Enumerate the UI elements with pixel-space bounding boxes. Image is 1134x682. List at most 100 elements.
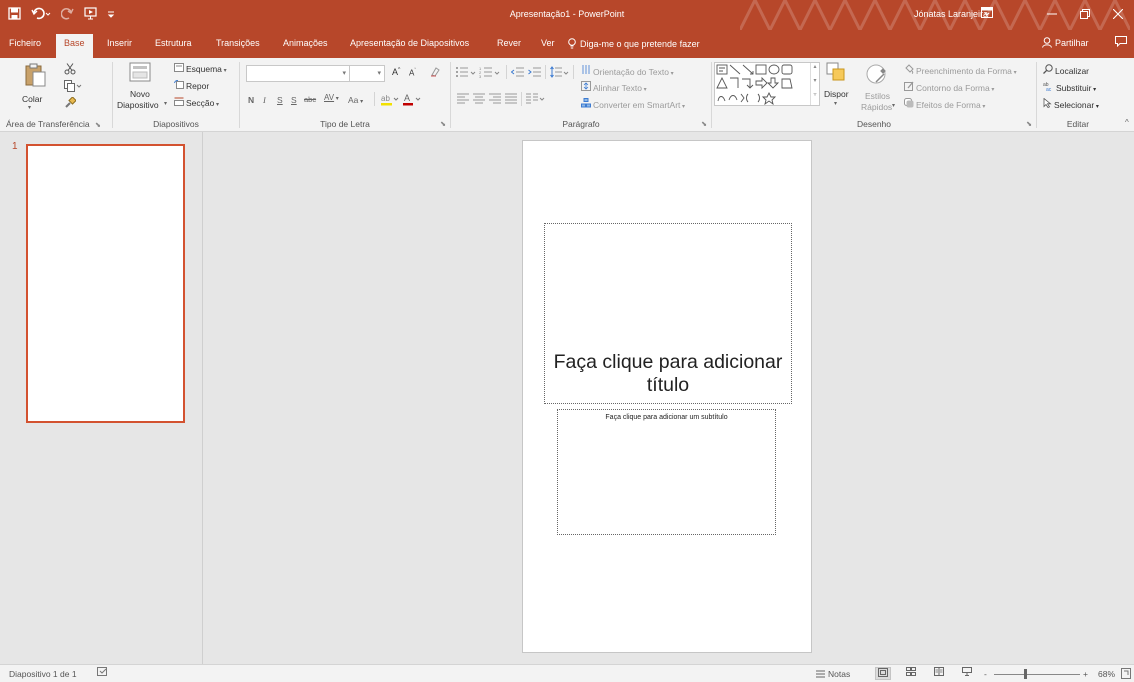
paint-bucket-icon bbox=[904, 64, 914, 76]
minimize-icon[interactable] bbox=[1035, 0, 1068, 30]
line-spacing-icon[interactable] bbox=[550, 66, 570, 80]
gallery-up-icon[interactable]: ▴ bbox=[811, 63, 819, 77]
tab-animations[interactable]: Animações bbox=[283, 38, 328, 48]
section-button[interactable]: Secção ▾ bbox=[174, 97, 219, 108]
zoom-slider-track[interactable] bbox=[994, 674, 1080, 675]
collapse-ribbon-icon[interactable]: ^ bbox=[1125, 118, 1129, 127]
reset-button[interactable]: Repor bbox=[174, 79, 209, 91]
justify-icon[interactable] bbox=[505, 93, 517, 106]
user-name[interactable]: Jónatas Laranjeira bbox=[914, 9, 988, 19]
tab-view[interactable]: Ver bbox=[541, 38, 555, 48]
share-label: Partilhar bbox=[1055, 37, 1089, 48]
decrease-indent-icon[interactable] bbox=[510, 66, 524, 80]
zoom-slider-thumb[interactable] bbox=[1024, 669, 1027, 679]
numbering-icon[interactable]: 123 bbox=[479, 66, 501, 80]
subtitle-placeholder-text: Faça clique para adicionar um subtítulo bbox=[605, 414, 728, 421]
tab-slideshow[interactable]: Apresentação de Diapositivos bbox=[350, 38, 469, 48]
tab-review[interactable]: Rever bbox=[497, 38, 521, 48]
dialog-launcher-icon[interactable]: ⬊ bbox=[1026, 120, 1032, 128]
columns-icon[interactable] bbox=[526, 93, 546, 106]
chevron-down-icon: ▾ bbox=[164, 101, 168, 107]
arrange-button[interactable]: Dispor ▾ bbox=[824, 62, 850, 112]
gallery-more-icon[interactable]: ▿ bbox=[811, 91, 819, 105]
bold-button[interactable]: N bbox=[248, 95, 254, 105]
shape-effects-button[interactable]: Efeitos de Forma ▾ bbox=[904, 98, 985, 110]
text-direction-button[interactable]: Orientação do Texto ▾ bbox=[581, 64, 674, 77]
tab-file[interactable]: Ficheiro bbox=[9, 38, 41, 48]
tab-design[interactable]: Estrutura bbox=[155, 38, 192, 48]
ribbon-display-options-icon[interactable] bbox=[981, 7, 993, 21]
shape-outline-button[interactable]: Contorno da Forma ▾ bbox=[904, 81, 994, 93]
subtitle-placeholder[interactable]: Faça clique para adicionar um subtítulo bbox=[557, 409, 776, 535]
highlight-color-icon[interactable]: ab bbox=[381, 92, 399, 108]
share-button[interactable]: Partilhar bbox=[1042, 37, 1089, 50]
shape-fill-button[interactable]: Preenchimento da Forma ▾ bbox=[904, 64, 1017, 76]
tab-home[interactable]: Base bbox=[56, 34, 93, 58]
align-left-icon[interactable] bbox=[457, 93, 469, 106]
increase-indent-icon[interactable] bbox=[528, 66, 541, 80]
search-icon bbox=[1043, 64, 1053, 76]
select-button[interactable]: Selecionar ▾ bbox=[1043, 97, 1099, 110]
quick-styles-button[interactable]: Estilos Rápidos ▾ bbox=[854, 62, 895, 112]
strikethrough-button[interactable]: abc bbox=[304, 95, 316, 104]
shapes-gallery[interactable]: ▴ ▾ ▿ bbox=[714, 62, 820, 106]
align-right-icon[interactable] bbox=[489, 93, 501, 106]
tell-me-search[interactable]: Diga-me o que pretende fazer bbox=[568, 38, 700, 51]
bullets-icon[interactable] bbox=[455, 66, 477, 80]
paste-button[interactable]: Colar ▾ bbox=[22, 63, 48, 111]
change-case-button[interactable]: Aa ▾ bbox=[348, 95, 363, 105]
zoom-out-button[interactable]: - bbox=[984, 669, 987, 679]
close-icon[interactable] bbox=[1101, 0, 1134, 30]
section-label: Secção bbox=[186, 98, 215, 108]
shrink-font-button[interactable]: Aˇ bbox=[409, 68, 416, 78]
layout-button[interactable]: Esquema ▾ bbox=[174, 63, 227, 74]
notes-button[interactable]: Notas bbox=[816, 669, 850, 680]
gallery-down-icon[interactable]: ▾ bbox=[811, 77, 819, 91]
title-placeholder[interactable]: Faça clique para adicionar título bbox=[544, 223, 792, 404]
copy-icon[interactable] bbox=[64, 80, 82, 94]
vertical-scrollbar[interactable] bbox=[1120, 132, 1134, 664]
new-slide-button[interactable]: Novo Diapositivo ▾ bbox=[116, 62, 167, 112]
restore-icon[interactable] bbox=[1068, 0, 1101, 30]
dialog-launcher-icon[interactable]: ⬊ bbox=[440, 120, 446, 128]
reading-view-icon[interactable] bbox=[931, 667, 947, 680]
comments-icon[interactable] bbox=[1115, 36, 1127, 50]
new-slide-label-1: Novo bbox=[130, 89, 150, 99]
format-painter-icon[interactable] bbox=[64, 96, 77, 111]
replace-button[interactable]: ab ac Substituir ▾ bbox=[1043, 81, 1096, 93]
dialog-launcher-icon[interactable]: ⬊ bbox=[95, 122, 101, 129]
underline-button[interactable]: S bbox=[277, 95, 283, 105]
zoom-in-button[interactable]: + bbox=[1083, 669, 1088, 679]
chevron-down-icon: ▾ bbox=[980, 104, 986, 110]
align-text-button[interactable]: Alinhar Texto ▾ bbox=[581, 81, 647, 93]
tab-insert[interactable]: Inserir bbox=[107, 38, 132, 48]
character-spacing-button[interactable]: AV ▾ bbox=[324, 93, 339, 102]
quick-styles-label-2: Rápidos bbox=[861, 102, 893, 112]
font-size-combobox[interactable]: ▾ bbox=[349, 65, 385, 82]
slideshow-view-icon[interactable] bbox=[959, 667, 975, 680]
accessibility-icon[interactable] bbox=[97, 667, 109, 680]
smartart-label: Converter em SmartArt bbox=[593, 100, 681, 110]
chevron-down-icon: ▾ bbox=[668, 71, 674, 77]
tab-transitions[interactable]: Transições bbox=[216, 38, 260, 48]
cut-icon[interactable] bbox=[64, 63, 76, 77]
grow-font-button[interactable]: A^ bbox=[392, 67, 400, 77]
normal-view-icon[interactable] bbox=[875, 667, 891, 680]
gallery-scroll[interactable]: ▴ ▾ ▿ bbox=[810, 63, 819, 105]
zoom-level[interactable]: 68% bbox=[1098, 669, 1115, 679]
separator bbox=[374, 92, 375, 106]
font-color-icon[interactable]: A bbox=[403, 92, 421, 108]
fit-to-window-icon[interactable] bbox=[1121, 668, 1131, 681]
shadow-button[interactable]: S bbox=[291, 95, 297, 105]
font-name-combobox[interactable]: ▾ bbox=[246, 65, 350, 82]
slide-thumbnail-number: 1 bbox=[12, 141, 18, 152]
convert-smartart-button[interactable]: Converter em SmartArt ▾ bbox=[581, 98, 685, 110]
italic-button[interactable]: I bbox=[263, 95, 266, 105]
slide-sorter-view-icon[interactable] bbox=[903, 667, 919, 680]
slide[interactable]: Faça clique para adicionar título Faça c… bbox=[522, 140, 812, 653]
dialog-launcher-icon[interactable]: ⬊ bbox=[701, 120, 707, 128]
find-button[interactable]: Localizar bbox=[1043, 64, 1089, 76]
align-center-icon[interactable] bbox=[473, 93, 485, 106]
clear-formatting-icon[interactable] bbox=[430, 67, 440, 79]
slide-thumbnail[interactable] bbox=[26, 144, 185, 423]
